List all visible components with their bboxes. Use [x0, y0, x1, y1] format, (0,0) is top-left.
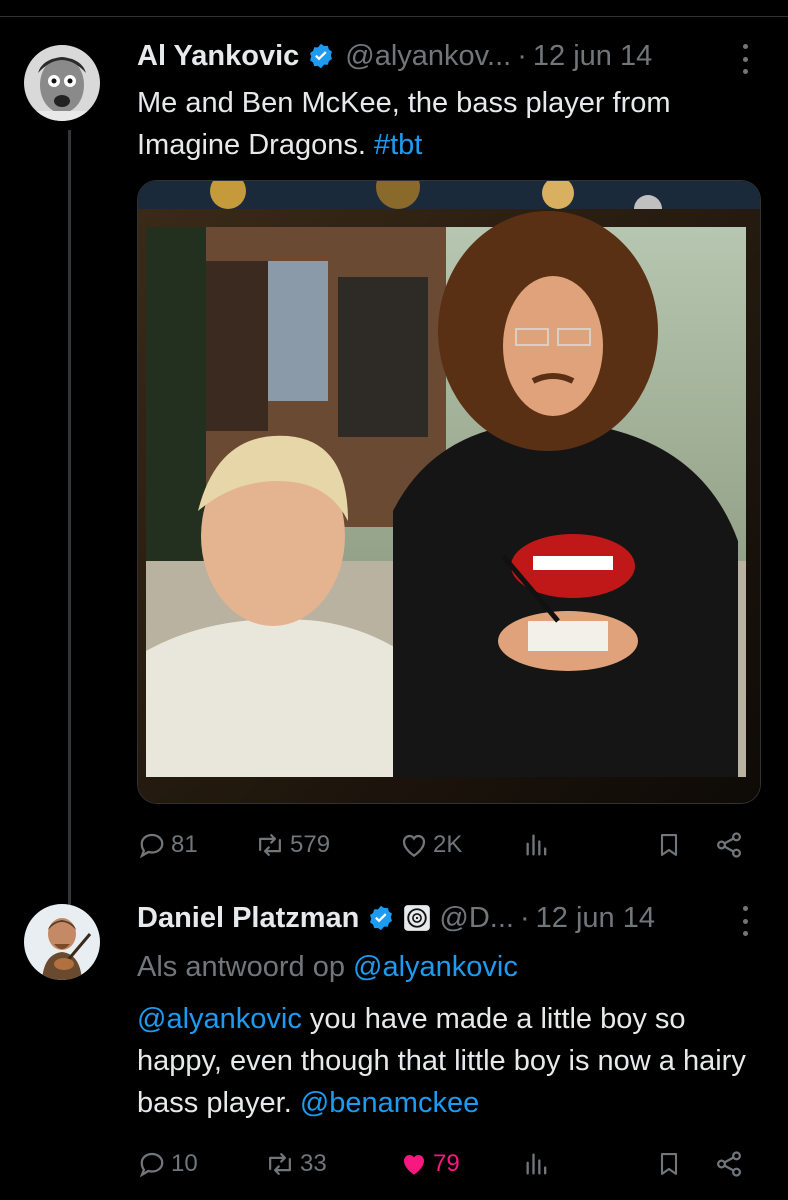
- views-icon: [526, 834, 547, 856]
- record-label-icon[interactable]: [403, 904, 431, 932]
- like-button[interactable]: 2K: [399, 825, 462, 865]
- heart-filled-icon: [404, 1155, 424, 1175]
- repost-button[interactable]: 579: [254, 825, 330, 865]
- reply-count: 81: [171, 831, 198, 858]
- bookmark-icon: [660, 1153, 678, 1175]
- bookmark-button[interactable]: [655, 825, 683, 865]
- like-count: 79: [433, 1150, 460, 1177]
- views-button[interactable]: [523, 825, 551, 865]
- repost-icon: [259, 834, 281, 856]
- header-separator: ·: [517, 39, 527, 72]
- avatar-daniel-platzman[interactable]: [24, 904, 100, 980]
- heart-icon: [402, 834, 426, 857]
- bookmark-icon: [660, 834, 678, 856]
- bookmark-button[interactable]: [655, 1144, 683, 1184]
- share-button[interactable]: [714, 1144, 744, 1184]
- photo-icon: [138, 181, 760, 803]
- repost-button[interactable]: 33: [264, 1144, 327, 1184]
- header-separator: ·: [519, 901, 530, 934]
- reply-count: 10: [171, 1150, 198, 1177]
- more-options-icon[interactable]: [740, 44, 750, 74]
- author-handle[interactable]: @D...: [439, 902, 514, 935]
- tweet-body: @alyankovic you have made a little boy s…: [137, 998, 757, 1124]
- repost-count: 579: [290, 831, 331, 858]
- tweet-photo[interactable]: [137, 180, 761, 804]
- author-name[interactable]: Al Yankovic: [137, 40, 299, 73]
- author-handle[interactable]: @alyankov...: [345, 40, 511, 73]
- tweet-actions: 10 33 79: [137, 1144, 749, 1184]
- tweet-date[interactable]: 12 jun 14: [536, 902, 655, 935]
- reply-to-handle-link[interactable]: @alyankovic: [353, 951, 518, 983]
- views-button[interactable]: [523, 1144, 551, 1184]
- tweet-actions: 81 579 2K: [137, 825, 749, 865]
- tweet-date[interactable]: 12 jun 14: [533, 40, 652, 73]
- like-button[interactable]: 79: [399, 1144, 460, 1184]
- verified-badge-icon[interactable]: [307, 42, 335, 70]
- more-options-icon[interactable]: [740, 906, 750, 936]
- reply-icon: [139, 833, 164, 859]
- reply-button[interactable]: 10: [137, 1144, 198, 1184]
- tweet-body: Me and Ben McKee, the bass player from I…: [137, 82, 757, 166]
- mention-link-alyankovic[interactable]: @alyankovic: [137, 1003, 302, 1035]
- verified-badge-icon[interactable]: [367, 904, 395, 932]
- share-icon: [716, 1151, 742, 1177]
- thread-connector-line: [68, 130, 71, 905]
- mention-link-benamckee[interactable]: @benamckee: [300, 1087, 479, 1119]
- reply-to-label: Als antwoord op: [137, 951, 354, 983]
- reply-context: Als antwoord op @alyankovic: [137, 946, 757, 988]
- share-button[interactable]: [714, 825, 744, 865]
- like-count: 2K: [433, 831, 463, 858]
- repost-count: 33: [300, 1150, 327, 1177]
- reply-icon: [139, 1152, 164, 1178]
- author-name[interactable]: Daniel Platzman: [137, 902, 359, 935]
- avatar-al-yankovic[interactable]: [24, 45, 100, 121]
- repost-icon: [269, 1153, 291, 1175]
- top-divider: [0, 16, 788, 17]
- share-icon: [716, 832, 742, 858]
- views-icon: [526, 1153, 547, 1175]
- tweet-header: Al Yankovic @alyankov... · 12 jun 14: [137, 36, 652, 76]
- tweet-header: Daniel Platzman @D... · 12 jun 14: [137, 898, 655, 938]
- hashtag-link[interactable]: #tbt: [374, 129, 422, 161]
- reply-button[interactable]: 81: [137, 825, 198, 865]
